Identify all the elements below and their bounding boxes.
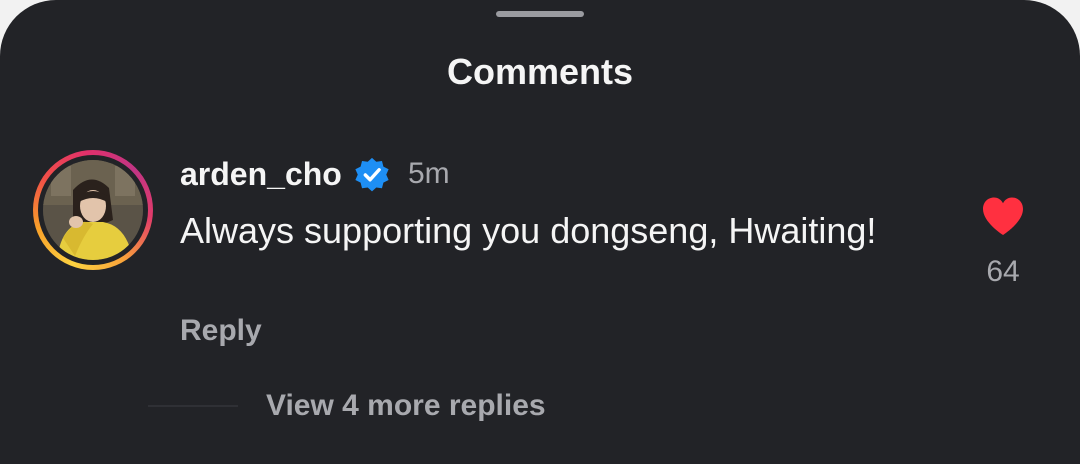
replies-divider: [148, 405, 238, 407]
comment-timestamp: 5m: [408, 157, 450, 190]
view-replies-button[interactable]: View 4 more replies: [266, 386, 546, 426]
verified-badge-icon: [355, 157, 389, 192]
comment-username[interactable]: arden_cho: [180, 154, 342, 194]
like-count: 64: [986, 255, 1020, 288]
avatar[interactable]: [33, 150, 153, 270]
drag-handle[interactable]: [496, 11, 584, 17]
avatar-photo: [43, 160, 143, 260]
sheet-title: Comments: [446, 51, 634, 92]
comment-text: Always supporting you dongseng, Hwaiting…: [180, 210, 877, 251]
reply-button[interactable]: Reply: [180, 311, 262, 351]
comments-sheet: Comments arden_cho 5m Always supporting …: [0, 0, 1080, 464]
heart-icon[interactable]: [980, 195, 1026, 237]
